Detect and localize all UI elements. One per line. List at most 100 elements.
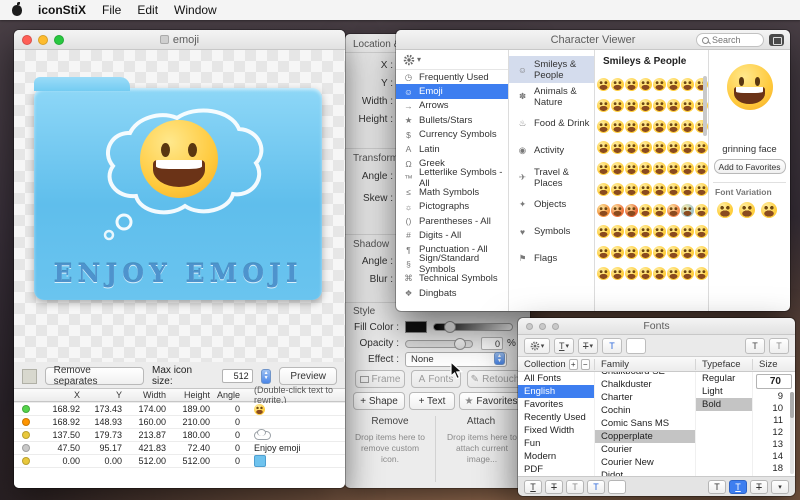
icon-canvas[interactable]: Enjoy emoji [14, 50, 345, 362]
size-item[interactable]: 10 [753, 403, 795, 415]
add-shape-button[interactable]: + Shape [353, 392, 405, 410]
emoji-cell[interactable] [680, 158, 694, 179]
emoji-cell[interactable] [680, 200, 694, 221]
menu-app-name[interactable]: iconStiX [38, 3, 86, 17]
text-color-button[interactable]: T [602, 337, 622, 354]
collection-item[interactable]: Favorites [518, 398, 594, 411]
emoji-cell[interactable] [652, 95, 666, 116]
emoji-cell[interactable] [624, 242, 638, 263]
variation-emoji[interactable] [739, 202, 755, 218]
emoji-cell[interactable] [638, 116, 652, 137]
variation-emoji[interactable] [761, 202, 777, 218]
fonts-action-menu[interactable]: ▾ [524, 337, 550, 354]
emoji-cell[interactable] [638, 242, 652, 263]
zoom-button[interactable] [552, 323, 559, 330]
emoji-cell[interactable] [596, 179, 610, 200]
table-row[interactable]: 168.92 173.43 174.00 189.00 0 [14, 403, 345, 416]
emoji-cell[interactable] [666, 74, 680, 95]
emoji-cell[interactable] [680, 137, 694, 158]
folder-icon[interactable]: Enjoy emoji [34, 77, 322, 300]
retouch-button[interactable]: ✎ Retouch [467, 370, 523, 388]
typeface-item[interactable]: Light [696, 385, 752, 398]
family-item[interactable]: Chalkduster [595, 378, 695, 391]
remove-separates-button[interactable]: Remove separates [44, 365, 145, 387]
style-strikethrough-button[interactable]: T [545, 479, 563, 494]
category-item-pictographs[interactable]: ☼ Pictographs [396, 200, 508, 214]
category-item-bullets-stars[interactable]: ★ Bullets/Stars [396, 113, 508, 127]
category-item-latin[interactable]: A Latin [396, 142, 508, 156]
size-item[interactable]: 14 [753, 451, 795, 463]
max-icon-size-field[interactable]: 512 [221, 369, 253, 383]
emoji-cell[interactable] [680, 74, 694, 95]
emoji-cell[interactable] [694, 158, 708, 179]
subcategory-item-flags[interactable]: ⚑ Flags [509, 245, 594, 272]
grid-scrollbar[interactable] [703, 76, 707, 136]
emoji-cell[interactable] [680, 221, 694, 242]
emoji-cell[interactable] [624, 74, 638, 95]
collection-item[interactable]: All Fonts [518, 372, 594, 385]
emoji-cell[interactable] [624, 116, 638, 137]
color-well[interactable] [22, 368, 37, 384]
collection-item[interactable]: Recently Used [518, 411, 594, 424]
size-scrollbar[interactable] [790, 392, 794, 474]
underline-button[interactable]: T ▾ [554, 337, 574, 354]
emoji-cell[interactable] [666, 242, 680, 263]
opacity-value-field[interactable]: 0 [481, 337, 503, 350]
emoji-cell[interactable] [666, 116, 680, 137]
emoji-cell[interactable] [610, 242, 624, 263]
emoji-cell[interactable] [610, 74, 624, 95]
strikethrough-button[interactable]: T ▾ [578, 337, 598, 354]
emoji-cell[interactable] [596, 158, 610, 179]
category-item-parentheses-all[interactable]: () Parentheses - All [396, 214, 508, 228]
subcategory-item-food-drink[interactable]: ♨ Food & Drink [509, 110, 594, 137]
emoji-cell[interactable] [624, 263, 638, 284]
emoji-cell[interactable] [638, 221, 652, 242]
emoji-cell[interactable] [596, 137, 610, 158]
add-to-favorites-button[interactable]: Add to Favorites [713, 159, 786, 174]
emoji-cell[interactable] [596, 95, 610, 116]
emoji-cell[interactable] [610, 221, 624, 242]
apple-menu-icon[interactable] [12, 1, 22, 16]
emoji-cell[interactable] [694, 200, 708, 221]
emoji-cell[interactable] [652, 263, 666, 284]
emoji-cell[interactable] [666, 137, 680, 158]
close-button[interactable] [526, 323, 533, 330]
opacity-slider[interactable] [405, 338, 473, 350]
emoji-cell[interactable] [680, 95, 694, 116]
action-menu-button[interactable]: ▾ [396, 50, 508, 70]
fill-gradient-knob[interactable] [444, 321, 456, 333]
size-value-field[interactable]: 70 [756, 374, 792, 389]
emoji-cell[interactable] [694, 221, 708, 242]
category-item-emoji[interactable]: ☺ Emoji [396, 84, 508, 99]
document-color-well[interactable] [626, 337, 646, 354]
emoji-cell[interactable] [638, 263, 652, 284]
category-item-technical-symbols[interactable]: ⌘ Technical Symbols [396, 271, 508, 285]
style-color-button[interactable]: T [587, 479, 605, 494]
emoji-cell[interactable] [596, 221, 610, 242]
main-window-titlebar[interactable]: emoji [14, 30, 345, 50]
fonts-titlebar[interactable]: Fonts [518, 318, 795, 335]
emoji-cell[interactable] [652, 179, 666, 200]
emoji-cell[interactable] [680, 179, 694, 200]
subcategory-item-animals-nature[interactable]: ✽ Animals & Nature [509, 83, 594, 110]
emoji-cell[interactable] [624, 179, 638, 200]
emoji-cell[interactable] [666, 200, 680, 221]
emoji-cell[interactable] [624, 95, 638, 116]
emoji-cell[interactable] [610, 95, 624, 116]
category-item-frequently-used[interactable]: ◷ Frequently Used [396, 70, 508, 84]
emoji-cell[interactable] [680, 263, 694, 284]
emoji-cell[interactable] [680, 242, 694, 263]
zoom-button[interactable] [54, 35, 64, 45]
emoji-cell[interactable] [652, 137, 666, 158]
size-item[interactable]: 13 [753, 439, 795, 451]
category-item-digits-all[interactable]: # Digits - All [396, 228, 508, 242]
family-item[interactable]: Cochin [595, 404, 695, 417]
table-row[interactable]: 0.00 0.00 512.00 512.00 0 [14, 455, 345, 468]
remove-dropzone[interactable]: Drop items here to remove custom icon. [351, 432, 429, 465]
emoji-cell[interactable] [652, 116, 666, 137]
favorites-button[interactable]: ★ Favorites [459, 392, 523, 410]
clear-style-button[interactable]: T [750, 479, 768, 494]
add-text-button[interactable]: + Text [409, 392, 455, 410]
emoji-cell[interactable] [596, 263, 610, 284]
panel-toggle-button[interactable] [769, 34, 784, 46]
